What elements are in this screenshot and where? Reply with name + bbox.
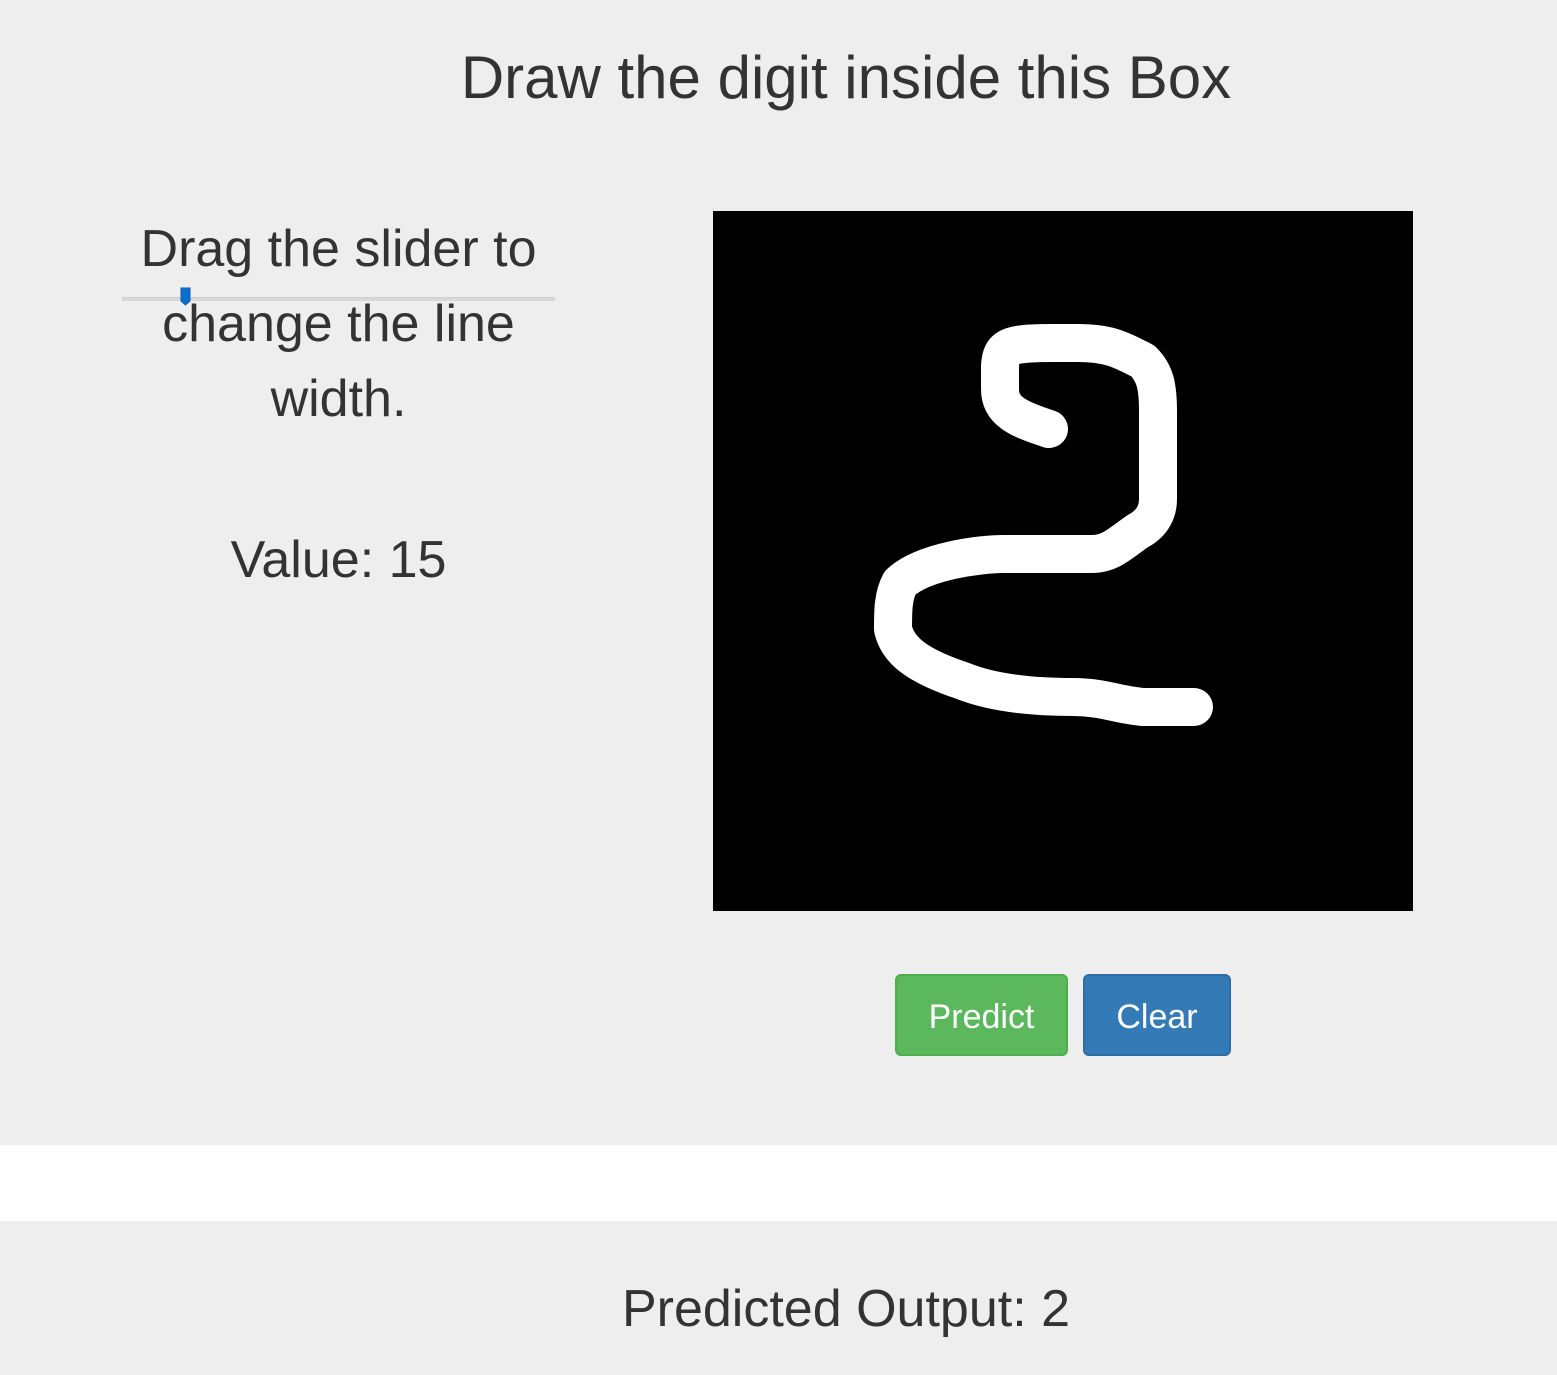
slider-thumb[interactable] <box>180 287 191 306</box>
slider-value-label: Value: 15 <box>120 530 557 590</box>
value-number: 15 <box>388 531 447 589</box>
section-divider <box>0 1145 1557 1221</box>
drawing-canvas[interactable] <box>713 211 1413 911</box>
predicted-output-value: 2 <box>1041 1280 1071 1338</box>
predict-button[interactable]: Predict <box>895 974 1068 1056</box>
clear-button[interactable]: Clear <box>1083 974 1231 1056</box>
slider-instructions: Drag the slider to change the line width… <box>140 220 537 428</box>
value-prefix: Value: <box>230 531 389 589</box>
predicted-output: Predicted Output: 2 <box>0 1278 1557 1340</box>
page-title: Draw the digit inside this Box <box>460 44 1232 111</box>
line-width-controls: Drag the slider to change the line width… <box>120 212 557 437</box>
predicted-output-label: Predicted Output: <box>621 1280 1042 1338</box>
handwritten-digit-icon <box>874 324 1213 726</box>
